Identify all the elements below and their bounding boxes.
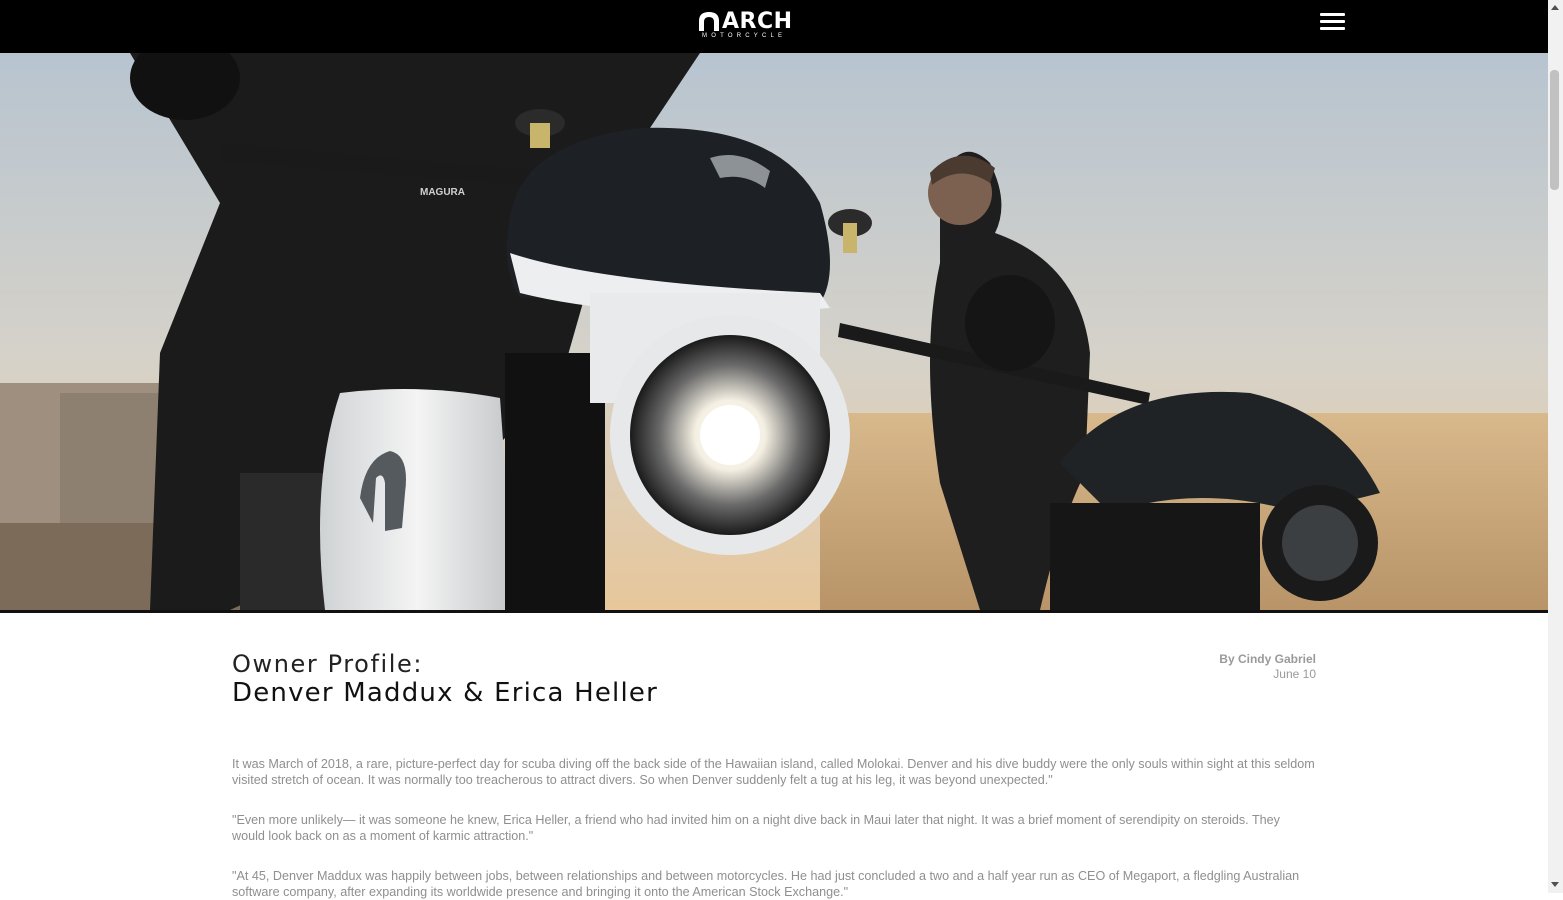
scroll-up-arrow-icon[interactable] [1551, 5, 1559, 10]
article-title-prefix: Owner Profile: [232, 650, 424, 678]
hero-divider [0, 610, 1548, 613]
article-paragraph: It was March of 2018, a rare, picture-pe… [232, 757, 1315, 787]
tank-brand-text: MAGURA [420, 187, 465, 198]
scrollbar-thumb[interactable] [1550, 70, 1559, 190]
arch-logo-mark-icon [699, 12, 719, 31]
hamburger-menu-icon[interactable] [1318, 10, 1348, 34]
site-header: ARCH MOTORCYCLE [0, 0, 1548, 53]
article-paragraph: "Even more unlikely— it was someone he k… [232, 813, 1280, 843]
arch-logo[interactable]: ARCH MOTORCYCLE [696, 9, 812, 40]
byline: By Cindy Gabriel June 10 [1219, 652, 1316, 682]
publish-date: June 10 [1273, 667, 1316, 681]
logo-subtext: MOTORCYCLE [702, 33, 787, 39]
article-title: Denver Maddux & Erica Heller [232, 678, 658, 708]
scroll-down-arrow-icon[interactable] [1551, 882, 1559, 887]
author-name: By Cindy Gabriel [1219, 652, 1316, 666]
hero-photo-illustration: MAGURA [0, 53, 1548, 610]
hero-image: MAGURA [0, 53, 1548, 610]
article-paragraph: "At 45, Denver Maddux was happily betwee… [232, 869, 1300, 899]
